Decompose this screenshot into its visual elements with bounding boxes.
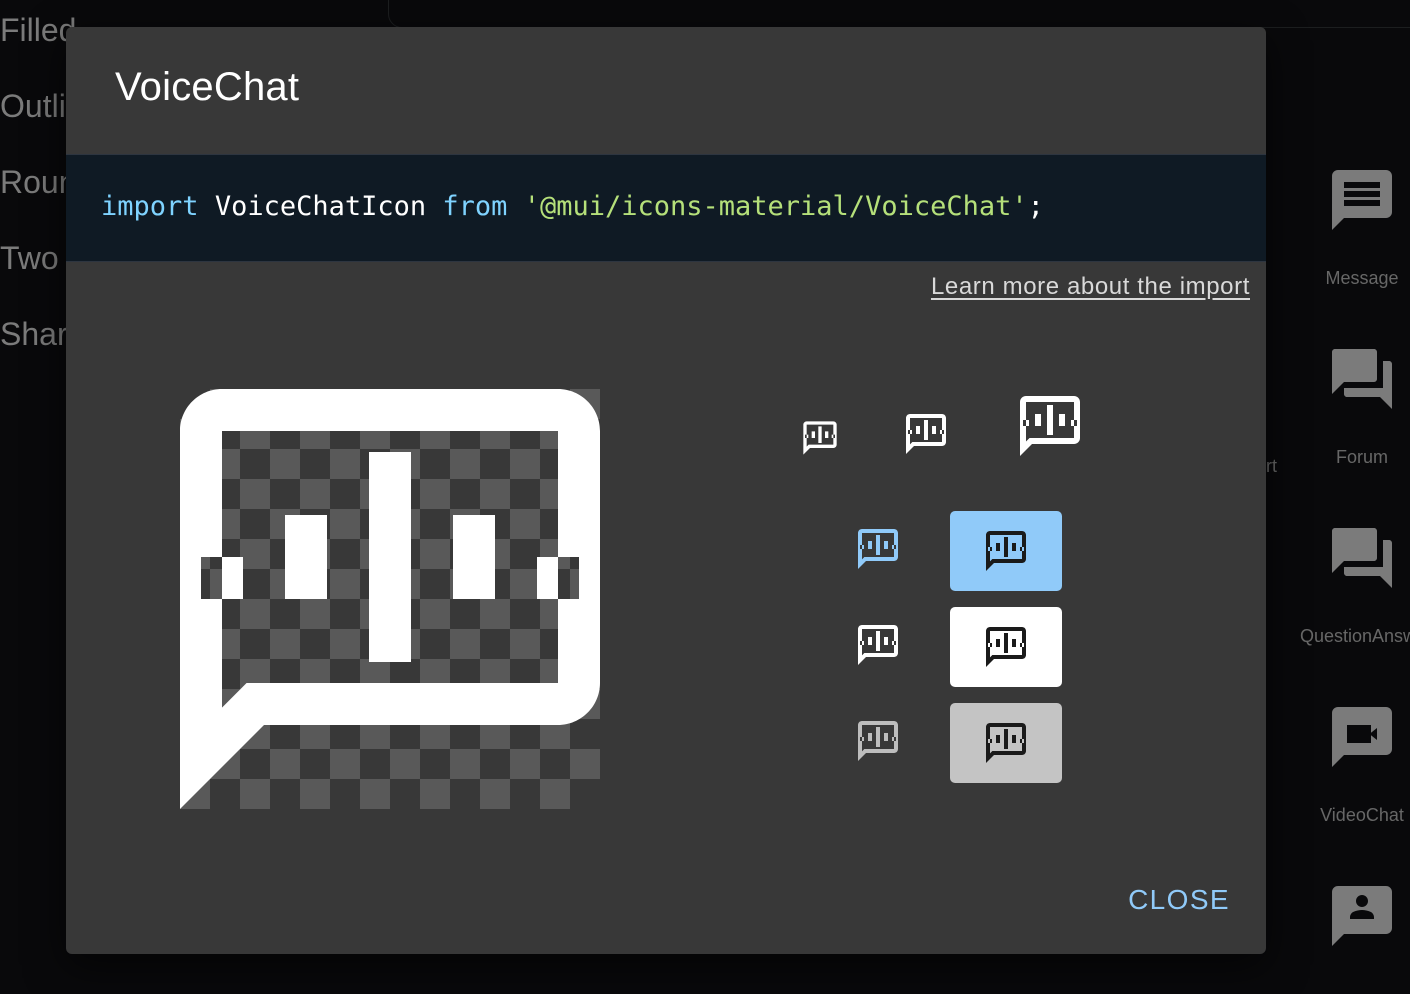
voice-chat-icon [986,723,1026,763]
voice-chat-icon-primary [854,525,902,573]
voice-chat-icon [858,625,898,665]
dialog-title: VoiceChat [115,65,300,109]
code-module-string: '@mui/icons-material/VoiceChat' [523,191,1028,222]
learn-more-import-link[interactable]: Learn more about the import [931,273,1250,301]
close-button[interactable]: CLOSE [1128,884,1230,916]
code-semicolon: ; [1027,191,1044,222]
voice-chat-icon-large [1014,390,1086,462]
voice-chat-icon-small [800,418,840,458]
voice-chat-icon-medium [902,410,950,458]
voice-chat-icon [986,531,1026,571]
voice-chat-icon [803,421,837,455]
voice-chat-icon [180,389,600,809]
voice-chat-icon-on-primary [950,511,1062,591]
code-keyword-import: import [101,191,199,222]
voice-chat-icon-grey [854,717,902,765]
voice-chat-icon-on-grey [950,703,1062,783]
voice-chat-icon [986,627,1026,667]
voice-chat-icon-on-white [950,607,1062,687]
voice-chat-icon-white [854,621,902,669]
code-identifier: VoiceChatIcon [214,191,427,222]
import-statement: import VoiceChatIcon from '@mui/icons-ma… [101,191,1044,222]
code-keyword-from: from [442,191,508,222]
voice-chat-icon [906,414,946,454]
import-code-block[interactable]: import VoiceChatIcon from '@mui/icons-ma… [66,154,1266,262]
voice-chat-icon [1020,396,1080,456]
icon-large-preview [180,389,600,809]
voice-chat-icon [858,721,898,761]
icon-detail-dialog: VoiceChat import VoiceChatIcon from '@mu… [66,27,1266,954]
voice-chat-icon [858,529,898,569]
